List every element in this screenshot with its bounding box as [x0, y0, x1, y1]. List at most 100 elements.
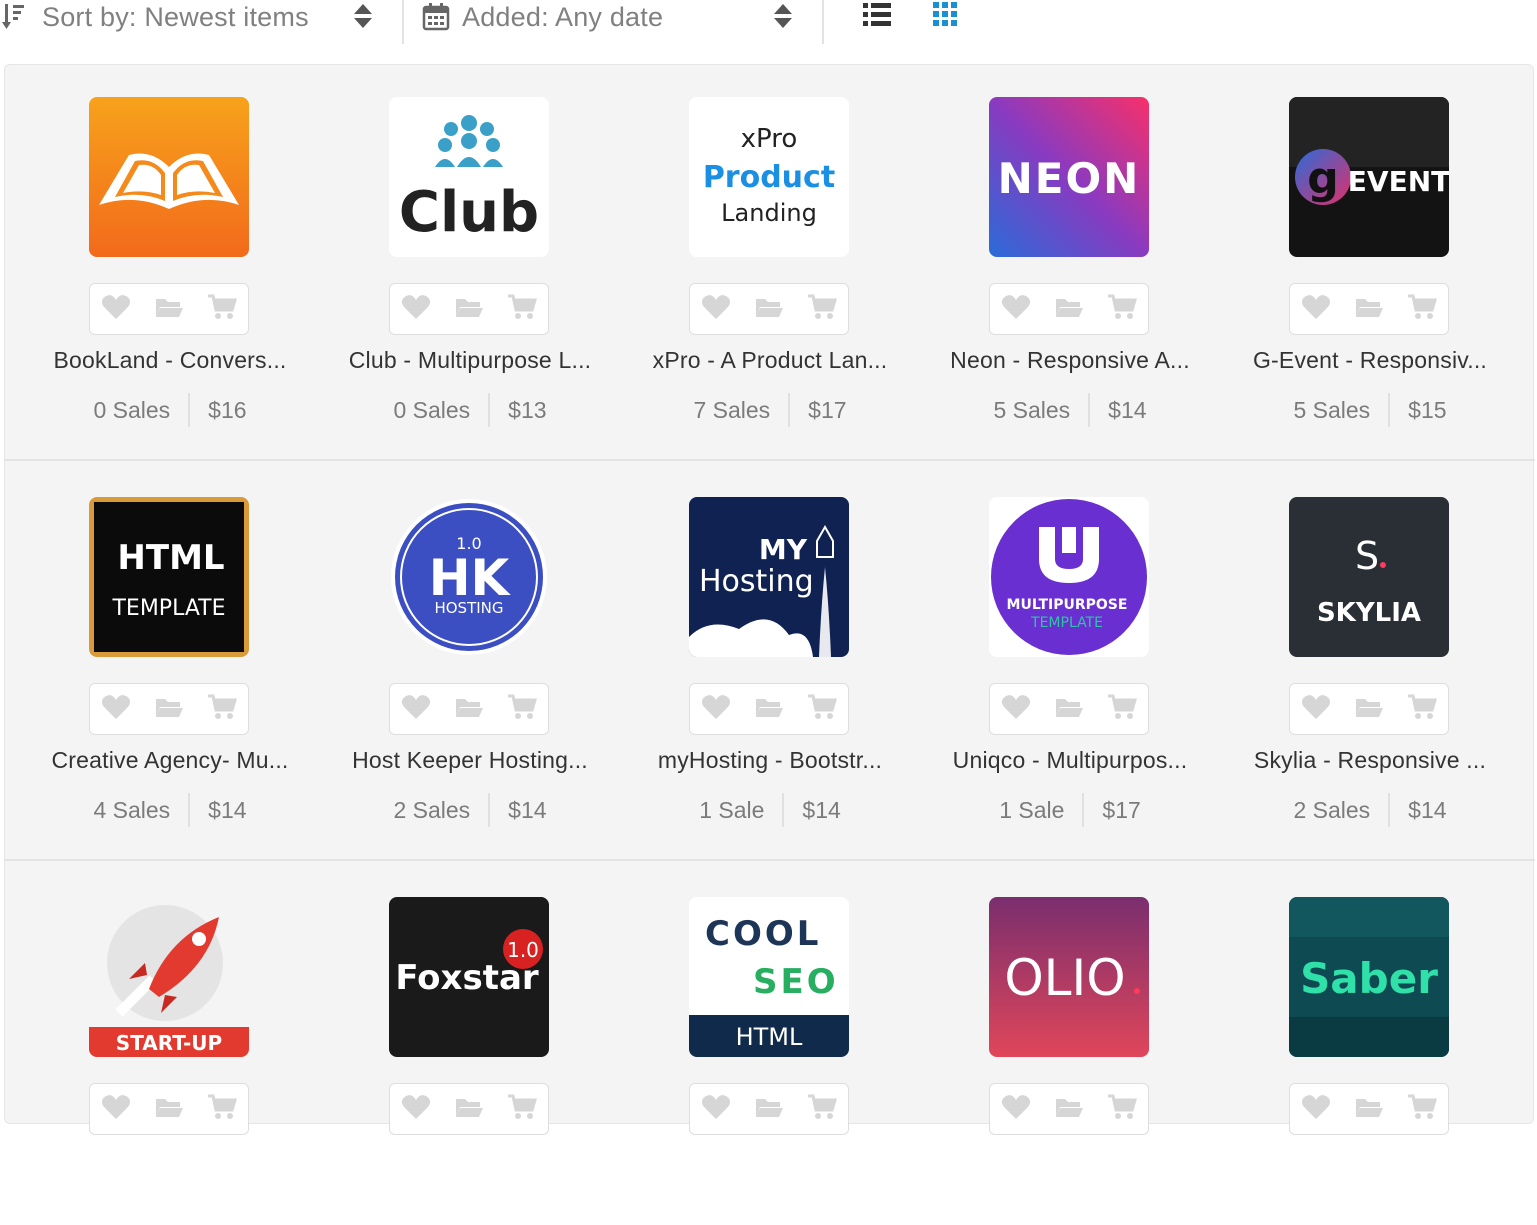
favorite-button[interactable]: [99, 692, 133, 726]
item-title-link[interactable]: Uniqco - Multipurpos...: [905, 747, 1235, 774]
item-thumbnail[interactable]: COOL SEO HTML: [689, 897, 849, 1057]
item-thumbnail[interactable]: Club: [389, 97, 549, 257]
add-to-collection-button[interactable]: [1352, 292, 1386, 326]
add-to-collection-button[interactable]: [452, 1092, 486, 1126]
item-title-link[interactable]: Neon - Responsive A...: [905, 347, 1235, 374]
favorite-button[interactable]: [99, 292, 133, 326]
add-to-cart-button[interactable]: [205, 1092, 239, 1126]
add-to-cart-button[interactable]: [205, 692, 239, 726]
add-to-collection-button[interactable]: [452, 692, 486, 726]
item-thumbnail[interactable]: HTML TEMPLATE: [89, 497, 249, 657]
heart-icon: [401, 694, 431, 725]
favorite-button[interactable]: [999, 1092, 1033, 1126]
add-to-collection-button[interactable]: [152, 692, 186, 726]
add-to-cart-button[interactable]: [805, 692, 839, 726]
item-thumbnail[interactable]: xPro Product Landing: [689, 97, 849, 257]
item-thumbnail[interactable]: [89, 97, 249, 257]
item-sales: 2 Sales: [393, 796, 471, 823]
item-thumbnail[interactable]: MY Hosting: [689, 497, 849, 657]
favorite-button[interactable]: [699, 1092, 733, 1126]
favorite-button[interactable]: [1299, 292, 1333, 326]
add-to-collection-button[interactable]: [452, 292, 486, 326]
add-to-collection-button[interactable]: [752, 1092, 786, 1126]
item-sales: 0 Sales: [93, 396, 171, 423]
item-meta: 1 Sale $14: [605, 793, 935, 827]
item-thumbnail[interactable]: 1.0 Foxstar: [389, 897, 549, 1057]
item-thumbnail[interactable]: g EVENT: [1289, 97, 1449, 257]
item-thumbnail[interactable]: Saber: [1289, 897, 1449, 1057]
favorite-button[interactable]: [99, 1092, 133, 1126]
grid-view-button[interactable]: [928, 0, 968, 34]
add-to-collection-button[interactable]: [1052, 1092, 1086, 1126]
add-to-collection-button[interactable]: [1352, 1092, 1386, 1126]
heart-icon: [401, 294, 431, 325]
heart-icon: [101, 694, 131, 725]
item-actions: [989, 1083, 1149, 1135]
date-filter-label: Added: Any date: [462, 1, 664, 32]
svg-text:HOSTING: HOSTING: [434, 599, 503, 617]
add-to-collection-button[interactable]: [752, 292, 786, 326]
item-title-link[interactable]: xPro - A Product Lan...: [605, 347, 935, 374]
svg-text:Hosting: Hosting: [699, 564, 814, 599]
list-view-button[interactable]: [858, 0, 898, 34]
item-title-link[interactable]: Club - Multipurpose L...: [305, 347, 635, 374]
item-sales: 1 Sale: [699, 796, 765, 823]
item-thumbnail[interactable]: OLIO: [989, 897, 1149, 1057]
item-title-link[interactable]: Skylia - Responsive ...: [1205, 747, 1535, 774]
folder-icon: [154, 295, 184, 324]
favorite-button[interactable]: [399, 1092, 433, 1126]
add-to-cart-button[interactable]: [505, 692, 539, 726]
item-card: 1.0 Foxstar: [305, 865, 605, 1225]
add-to-cart-button[interactable]: [1105, 292, 1139, 326]
add-to-collection-button[interactable]: [752, 692, 786, 726]
folder-icon: [454, 1095, 484, 1124]
favorite-button[interactable]: [399, 292, 433, 326]
add-to-cart-button[interactable]: [1105, 1092, 1139, 1126]
add-to-cart-button[interactable]: [1405, 692, 1439, 726]
add-to-cart-button[interactable]: [205, 292, 239, 326]
item-thumbnail[interactable]: S SKYLIA: [1289, 497, 1449, 657]
add-to-collection-button[interactable]: [1352, 692, 1386, 726]
add-to-cart-button[interactable]: [505, 1092, 539, 1126]
item-title-link[interactable]: Creative Agency- Mu...: [5, 747, 335, 774]
heart-icon: [1001, 694, 1031, 725]
favorite-button[interactable]: [699, 692, 733, 726]
item-thumbnail[interactable]: START-UP: [89, 897, 249, 1057]
item-thumbnail[interactable]: 1.0 HK HOSTING: [389, 497, 549, 657]
add-to-cart-button[interactable]: [1405, 1092, 1439, 1126]
favorite-button[interactable]: [999, 292, 1033, 326]
item-actions: [89, 283, 249, 335]
item-title-link[interactable]: BookLand - Convers...: [5, 347, 335, 374]
add-to-cart-button[interactable]: [805, 292, 839, 326]
item-actions: [689, 1083, 849, 1135]
item-card: NEON Neon - Responsive A... 5 Sales $14: [905, 65, 1205, 427]
add-to-collection-button[interactable]: [1052, 292, 1086, 326]
item-title-link[interactable]: Host Keeper Hosting...: [305, 747, 635, 774]
add-to-cart-button[interactable]: [505, 292, 539, 326]
item-title-link[interactable]: myHosting - Bootstr...: [605, 747, 935, 774]
item-title-link[interactable]: G-Event - Responsiv...: [1205, 347, 1535, 374]
svg-text:SKYLIA: SKYLIA: [1317, 598, 1421, 628]
favorite-button[interactable]: [1299, 1092, 1333, 1126]
cart-icon: [507, 1093, 537, 1126]
item-thumbnail[interactable]: NEON: [989, 97, 1149, 257]
item-thumbnail[interactable]: MULTIPURPOSE TEMPLATE: [989, 497, 1149, 657]
meta-divider: [788, 393, 791, 427]
sort-dropdown[interactable]: Sort by: Newest items: [0, 0, 382, 34]
item-actions: [389, 283, 549, 335]
date-filter-dropdown[interactable]: Added: Any date: [420, 0, 800, 34]
add-to-collection-button[interactable]: [152, 1092, 186, 1126]
add-to-cart-button[interactable]: [1105, 692, 1139, 726]
favorite-button[interactable]: [999, 692, 1033, 726]
favorite-button[interactable]: [699, 292, 733, 326]
add-to-cart-button[interactable]: [1405, 292, 1439, 326]
favorite-button[interactable]: [1299, 692, 1333, 726]
add-to-cart-button[interactable]: [805, 1092, 839, 1126]
item-price: $14: [1108, 396, 1147, 423]
svg-text:HTML: HTML: [117, 538, 224, 578]
add-to-collection-button[interactable]: [152, 292, 186, 326]
favorite-button[interactable]: [399, 692, 433, 726]
svg-text:COOL: COOL: [705, 914, 821, 954]
svg-text:Landing: Landing: [721, 199, 817, 227]
add-to-collection-button[interactable]: [1052, 692, 1086, 726]
